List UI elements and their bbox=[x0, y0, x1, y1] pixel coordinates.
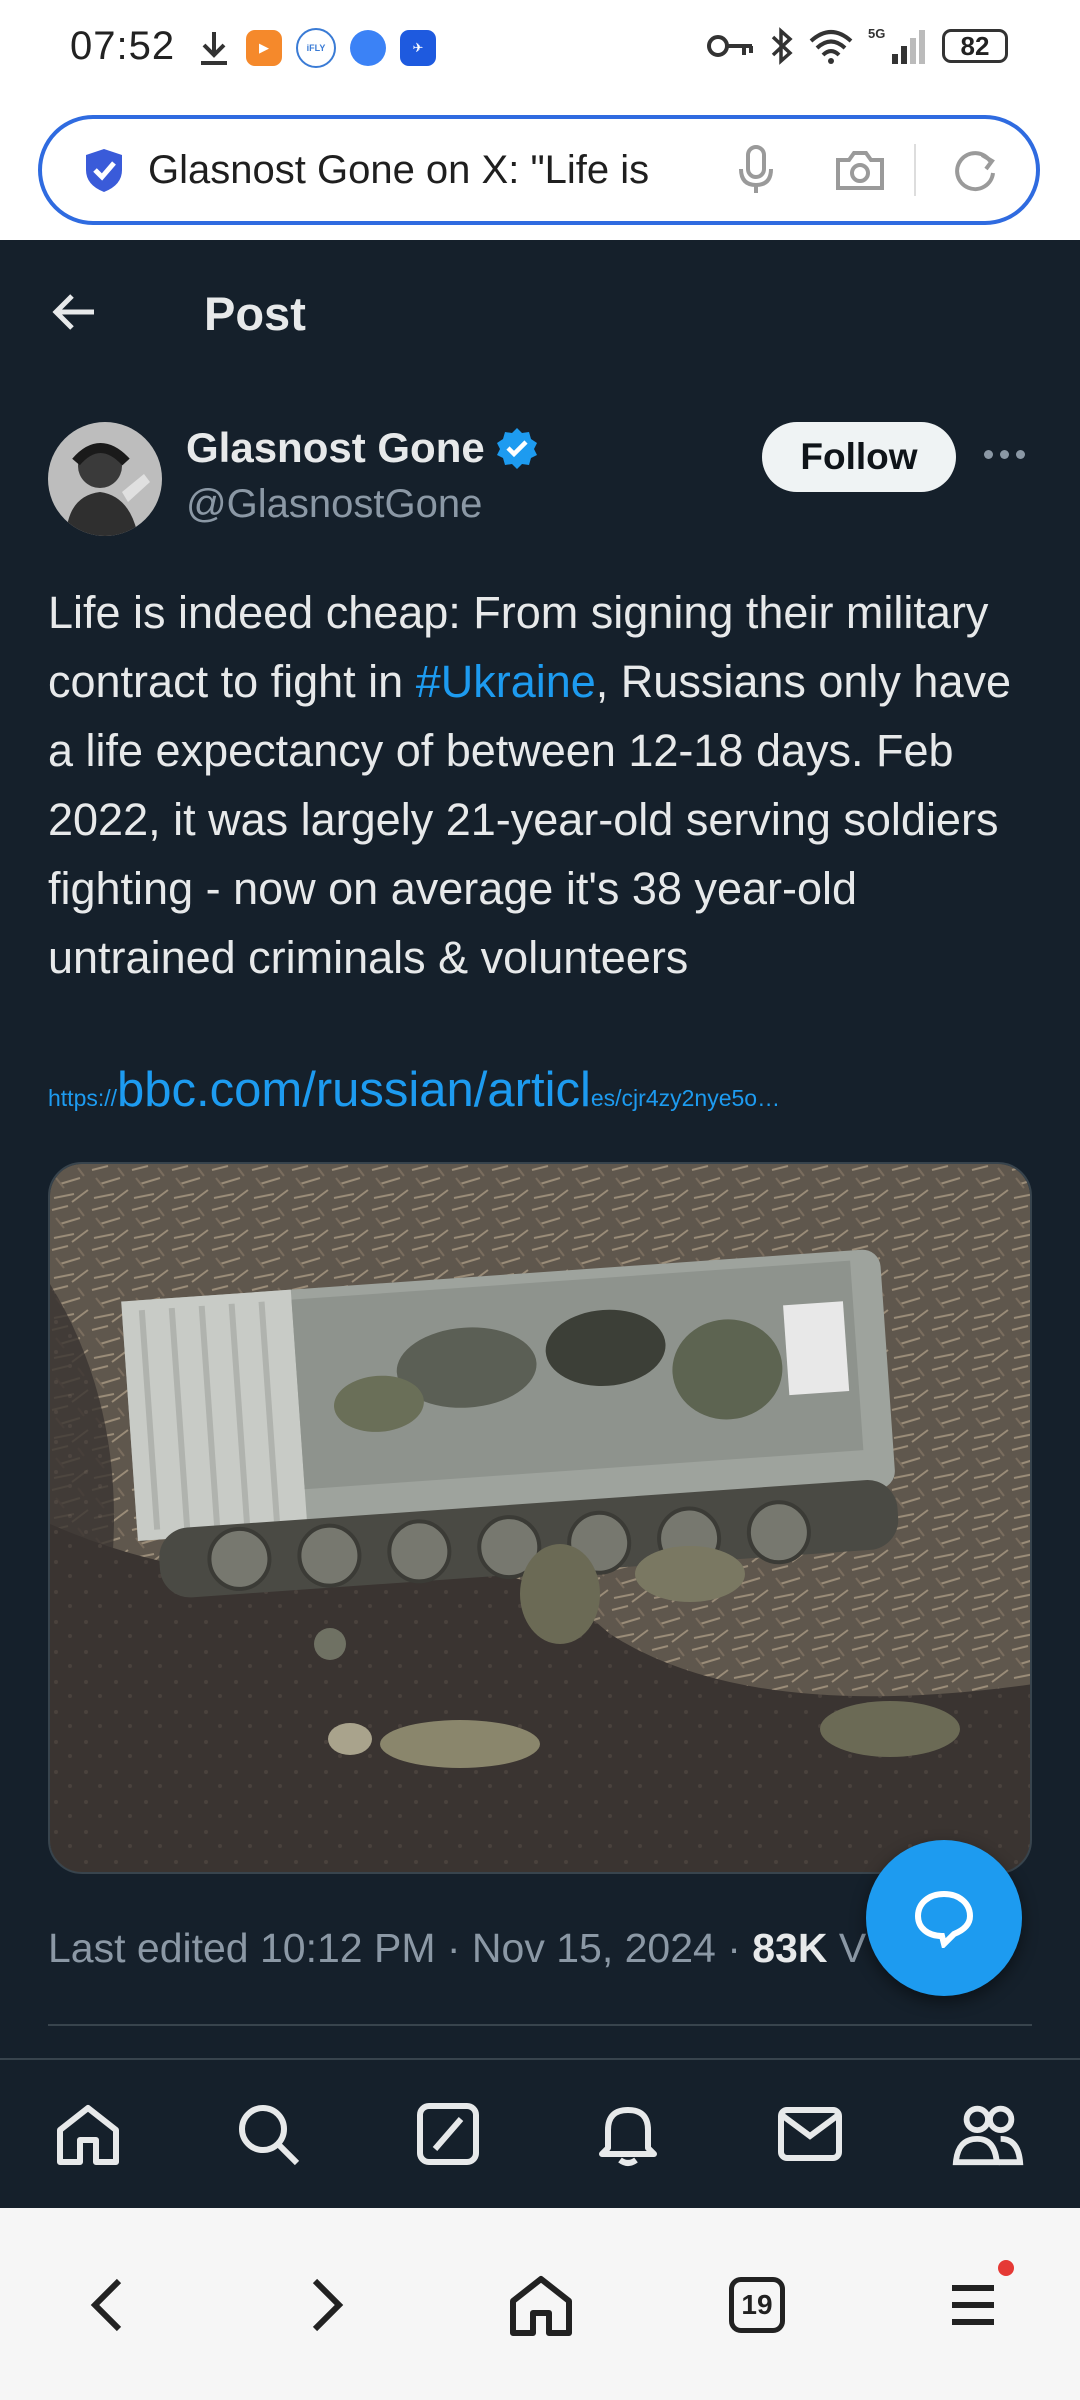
tweet-meta: Last edited 10:12 PM · Nov 15, 2024 · 83… bbox=[48, 1925, 866, 1972]
svg-text:5G: 5G bbox=[868, 26, 885, 41]
browser-app-icon bbox=[350, 30, 386, 66]
author-name-row[interactable]: Glasnost Gone bbox=[186, 424, 539, 472]
browser-bottom-nav: 19 bbox=[0, 2208, 1080, 2400]
follow-button[interactable]: Follow bbox=[762, 422, 956, 492]
tweet-media-image[interactable] bbox=[48, 1162, 1032, 1874]
link-prefix[interactable]: https:// bbox=[48, 1085, 117, 1111]
download-icon bbox=[201, 32, 227, 65]
notification-icons: ▶ iFLY ✈ bbox=[196, 28, 436, 68]
author-name[interactable]: Glasnost Gone bbox=[186, 424, 485, 472]
messages-icon bbox=[778, 2107, 842, 2161]
bluetooth-icon bbox=[771, 27, 793, 65]
url-separator bbox=[914, 144, 916, 196]
reload-icon[interactable] bbox=[952, 147, 998, 193]
browser-toolbar: Glasnost Gone on X: "Life is bbox=[0, 105, 1080, 240]
verified-badge-icon bbox=[496, 428, 537, 469]
browser-tabs-button[interactable]: 19 bbox=[722, 2270, 792, 2340]
url-text[interactable]: Glasnost Gone on X: "Life is bbox=[148, 148, 708, 193]
search-icon bbox=[239, 2105, 300, 2166]
home-icon bbox=[510, 2276, 572, 2336]
forward-icon bbox=[312, 2278, 344, 2332]
microphone-icon[interactable] bbox=[738, 145, 774, 195]
divider bbox=[48, 2024, 1032, 2026]
avatar[interactable] bbox=[48, 422, 162, 536]
views-label: V bbox=[827, 1925, 867, 1971]
nav-notifications[interactable] bbox=[592, 2098, 664, 2170]
menu-icon bbox=[952, 2285, 994, 2325]
tweet-text: Life is indeed cheap: From signing their… bbox=[48, 578, 1038, 992]
nav-home[interactable] bbox=[52, 2098, 124, 2170]
back-icon bbox=[90, 2278, 122, 2332]
signal-icon: 5G bbox=[868, 26, 925, 64]
camera-icon[interactable] bbox=[834, 148, 886, 192]
ifly-app-icon: iFLY bbox=[296, 28, 336, 68]
app-icon: ✈ bbox=[400, 30, 436, 66]
nav-grok[interactable] bbox=[412, 2098, 484, 2170]
browser-back-button[interactable] bbox=[72, 2270, 142, 2340]
link-suffix[interactable]: es/cjr4zy2nye5o… bbox=[591, 1085, 780, 1111]
status-right: 5G 82 bbox=[706, 26, 1008, 66]
tabs-icon: 19 bbox=[729, 2277, 785, 2333]
status-bar: 07:52 ▶ iFLY ✈ 5G 82 bbox=[0, 0, 1080, 105]
edited-timestamp[interactable]: Last edited 10:12 PM · Nov 15, 2024 · bbox=[48, 1925, 752, 1971]
view-count: 83K bbox=[752, 1925, 828, 1971]
key-icon bbox=[707, 35, 753, 57]
grok-icon bbox=[417, 2103, 479, 2165]
more-options-icon[interactable] bbox=[984, 450, 1025, 459]
notification-dot bbox=[998, 2260, 1014, 2276]
author-handle[interactable]: @GlasnostGone bbox=[186, 482, 482, 527]
notifications-icon bbox=[599, 2107, 657, 2166]
browser-menu-button[interactable] bbox=[938, 2260, 1014, 2340]
chat-bubble-icon bbox=[914, 1890, 974, 1948]
player-app-icon: ▶ bbox=[246, 30, 282, 66]
address-bar[interactable]: Glasnost Gone on X: "Life is bbox=[38, 115, 1040, 225]
nav-messages[interactable] bbox=[774, 2098, 846, 2170]
post-header: Post bbox=[0, 240, 1080, 390]
communities-icon bbox=[952, 2105, 1024, 2166]
nav-communities[interactable] bbox=[952, 2098, 1024, 2170]
reply-fab-button[interactable] bbox=[866, 1840, 1022, 1996]
tweet-url-link[interactable]: https://bbc.com/russian/articles/cjr4zy2… bbox=[48, 1062, 780, 1118]
shield-icon bbox=[86, 149, 122, 192]
browser-forward-button[interactable] bbox=[292, 2270, 362, 2340]
browser-home-button[interactable] bbox=[506, 2270, 576, 2340]
battery-indicator: 82 bbox=[942, 29, 1008, 63]
hashtag-link[interactable]: #Ukraine bbox=[416, 656, 596, 707]
status-time: 07:52 bbox=[70, 24, 176, 68]
link-main[interactable]: bbc.com/russian/articl bbox=[117, 1063, 591, 1117]
home-icon bbox=[57, 2105, 119, 2165]
wifi-icon bbox=[809, 30, 853, 64]
app-bottom-nav bbox=[0, 2058, 1080, 2210]
back-arrow-icon[interactable] bbox=[50, 292, 98, 332]
page-title: Post bbox=[204, 287, 306, 340]
nav-search[interactable] bbox=[232, 2098, 304, 2170]
